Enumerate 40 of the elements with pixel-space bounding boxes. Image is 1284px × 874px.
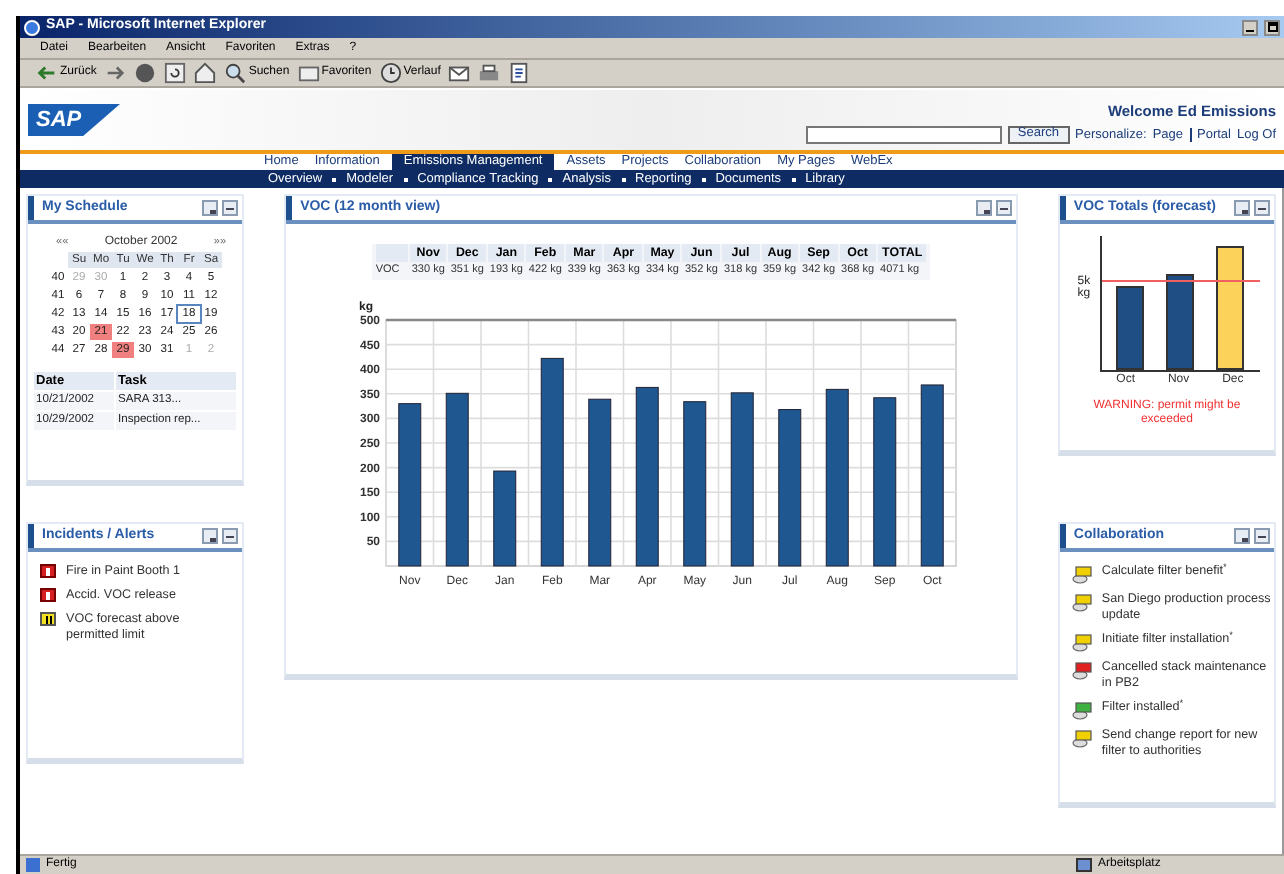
message-icon — [1071, 730, 1092, 748]
message-icon — [1071, 662, 1092, 680]
minimize-button[interactable] — [995, 200, 1012, 216]
mail-icon[interactable] — [448, 62, 471, 84]
sap-logo: SAP — [28, 104, 120, 136]
history-icon — [379, 62, 402, 84]
folder-icon — [297, 62, 320, 84]
search-field[interactable] — [805, 126, 1002, 145]
forward-arrow-icon[interactable] — [104, 62, 127, 84]
panel-menu-button[interactable] — [1233, 200, 1250, 216]
search-icon — [224, 62, 247, 84]
back-arrow-icon — [36, 62, 58, 84]
header-accent — [28, 196, 34, 220]
maximize-window-button[interactable] — [1264, 19, 1280, 35]
header-accent — [286, 196, 293, 220]
panel-menu-button[interactable] — [202, 528, 219, 544]
stop-icon[interactable] — [134, 62, 157, 84]
minimize-button[interactable] — [222, 528, 239, 544]
browser-icon — [24, 19, 40, 35]
minimize-window-button[interactable] — [1242, 19, 1258, 35]
document-icon[interactable] — [508, 62, 531, 84]
refresh-icon[interactable] — [164, 62, 187, 84]
computer-icon — [1076, 858, 1092, 872]
page-icon — [26, 858, 40, 872]
warning-icon — [40, 612, 56, 626]
minimize-button[interactable] — [222, 200, 239, 216]
panel-menu-button[interactable] — [1233, 528, 1250, 544]
message-icon — [1071, 566, 1092, 584]
panel-menu-button[interactable] — [202, 200, 219, 216]
minimize-button[interactable] — [1253, 528, 1270, 544]
message-icon — [1071, 594, 1092, 612]
header-accent — [1059, 524, 1066, 548]
header-accent — [1059, 196, 1066, 220]
message-icon — [1071, 702, 1092, 720]
panel-menu-button[interactable] — [975, 200, 992, 216]
minimize-button[interactable] — [1253, 200, 1270, 216]
corner-cell — [375, 244, 408, 262]
message-icon — [1071, 634, 1092, 652]
header-accent — [28, 524, 34, 548]
printer-icon[interactable] — [478, 62, 501, 84]
